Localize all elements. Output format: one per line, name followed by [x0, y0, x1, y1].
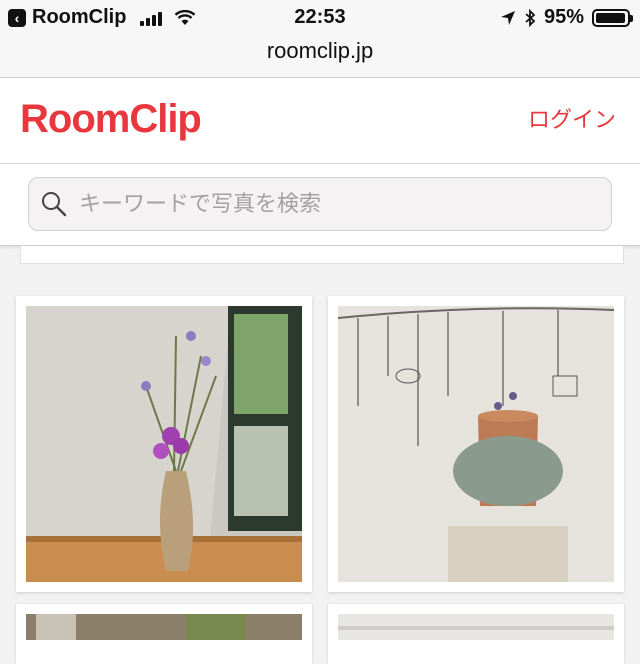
- status-bar: ‹ RoomClip 22:53 95%: [0, 0, 640, 36]
- search-icon: [42, 192, 67, 217]
- photo-card[interactable]: [328, 604, 624, 664]
- content-strip: [20, 246, 624, 264]
- battery-icon: [592, 8, 633, 27]
- photo-flowers-vase[interactable]: [16, 296, 312, 592]
- battery-percent: 95%: [543, 6, 584, 28]
- photo-card[interactable]: [16, 296, 312, 592]
- photo-white-room[interactable]: [328, 604, 624, 640]
- photo-card[interactable]: [16, 604, 312, 664]
- photo-kitchen-plants[interactable]: [16, 604, 312, 640]
- photo-wire-garden-lavender[interactable]: [328, 296, 624, 592]
- login-link[interactable]: ログイン: [528, 102, 616, 134]
- site-header: RoomClip ログイン: [0, 78, 640, 164]
- search-input[interactable]: [77, 190, 581, 218]
- search-box[interactable]: [28, 177, 612, 231]
- status-right: 95%: [500, 6, 633, 29]
- photo-card[interactable]: [328, 296, 624, 592]
- bluetooth-icon: [525, 8, 536, 27]
- search-section: [0, 164, 640, 246]
- url-bar[interactable]: roomclip.jp: [0, 36, 640, 78]
- roomclip-logo[interactable]: RoomClip: [20, 96, 202, 142]
- location-arrow-icon: [500, 10, 515, 25]
